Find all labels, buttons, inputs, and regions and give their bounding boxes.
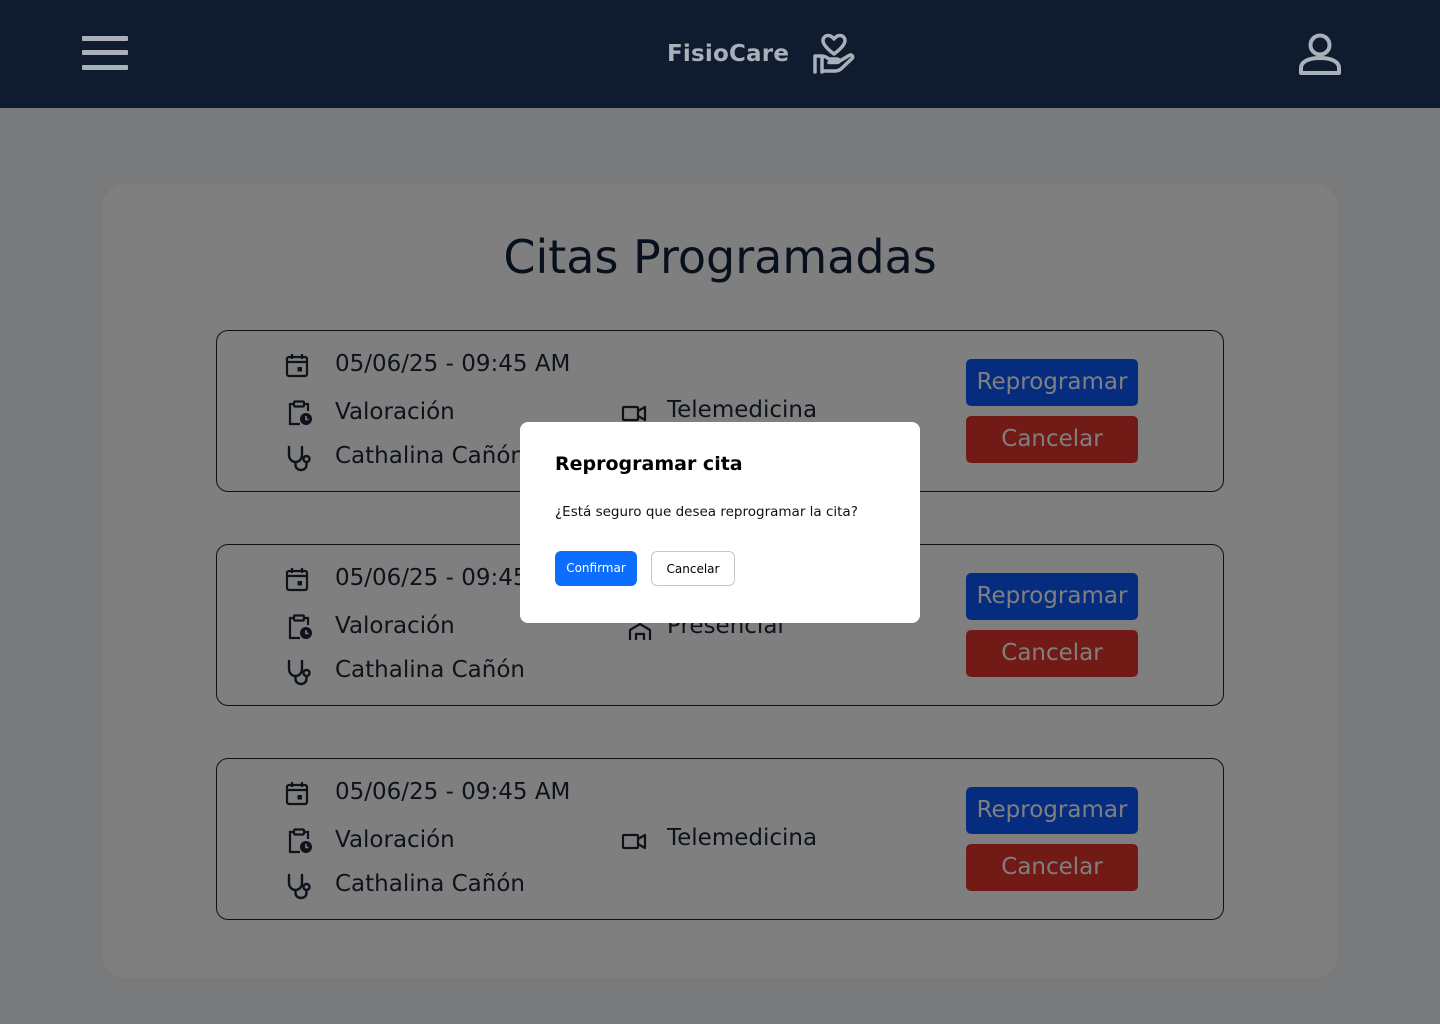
reschedule-dialog: Reprogramar cita ¿Está seguro que desea …: [520, 422, 920, 623]
brand[interactable]: FisioCare: [667, 32, 857, 76]
confirm-button[interactable]: Confirmar: [555, 551, 637, 586]
dialog-title: Reprogramar cita: [555, 453, 743, 475]
hand-heart-icon: [813, 33, 855, 74]
brand-name: FisioCare: [667, 41, 790, 67]
user-icon[interactable]: [1297, 32, 1343, 76]
menu-icon[interactable]: [82, 36, 128, 70]
dialog-cancel-button[interactable]: Cancelar: [651, 551, 735, 586]
top-navbar: FisioCare: [0, 0, 1440, 108]
dialog-message: ¿Está seguro que desea reprogramar la ci…: [555, 504, 858, 520]
